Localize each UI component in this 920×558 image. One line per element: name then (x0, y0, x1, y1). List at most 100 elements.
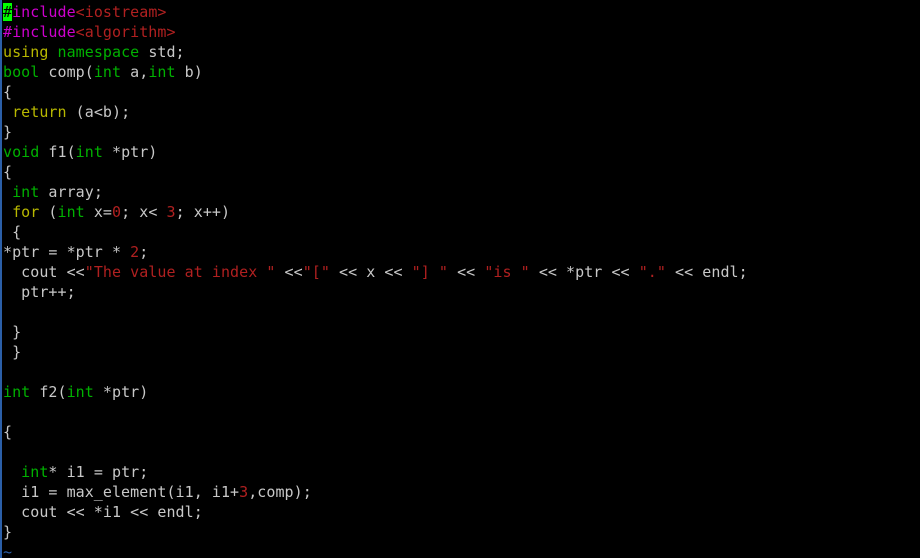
code-line[interactable]: { (3, 82, 920, 102)
code-token: ,comp); (248, 483, 312, 501)
code-token: bool (3, 63, 40, 81)
code-token: << (448, 263, 485, 281)
code-line[interactable]: bool comp(int a,int b) (3, 62, 920, 82)
code-line[interactable]: ptr++; (3, 282, 920, 302)
code-token: ( (39, 203, 58, 221)
code-token: (a<b); (66, 103, 131, 121)
code-line[interactable]: } (3, 522, 920, 542)
code-token: } (3, 123, 13, 141)
code-token: "[" (302, 263, 330, 281)
code-token: 0 (112, 203, 122, 221)
code-token: *ptr = *ptr * (3, 243, 131, 261)
terminal-window[interactable]: #include<iostream> #include<algorithm> usi… (0, 0, 920, 558)
code-token: #include (3, 23, 76, 41)
code-token: <algorithm> (75, 23, 176, 41)
code-token: return (12, 103, 67, 121)
code-line[interactable]: i1 = max_element(i1, i1+3,comp); (3, 482, 920, 502)
code-line[interactable]: } (3, 122, 920, 142)
code-line[interactable] (3, 402, 920, 422)
code-token: int (12, 183, 40, 201)
code-token: using (3, 43, 49, 61)
code-token: int (66, 383, 94, 401)
code-token: for (12, 203, 40, 221)
code-token: *ptr) (102, 143, 158, 161)
code-token: i1 = max_element(i1, i1+ (3, 483, 240, 501)
code-token: << *ptr << (529, 263, 639, 281)
code-line[interactable]: for (int x=0; x< 3; x++) (3, 202, 920, 222)
code-line[interactable]: void f1(int *ptr) (3, 142, 920, 162)
code-token: "is " (484, 263, 530, 281)
code-line[interactable]: { (3, 222, 920, 242)
empty-line-marker: ~ (3, 543, 13, 558)
code-token: } (3, 323, 22, 341)
code-line[interactable]: using namespace std; (3, 42, 920, 62)
code-editor-buffer[interactable]: #include<iostream> #include<algorithm> usi… (3, 2, 920, 558)
code-token: { (3, 423, 13, 441)
code-line[interactable] (3, 442, 920, 462)
code-token: } (3, 343, 22, 361)
code-token: << (275, 263, 303, 281)
code-token: int (148, 63, 176, 81)
code-line[interactable]: { (3, 422, 920, 442)
code-token: { (3, 163, 13, 181)
code-token: int (3, 383, 31, 401)
code-token: x= (84, 203, 113, 221)
code-line[interactable]: } (3, 322, 920, 342)
code-token: comp( (39, 63, 94, 81)
code-token: int (93, 63, 122, 81)
code-line[interactable] (3, 302, 920, 322)
code-line[interactable]: int* i1 = ptr; (3, 462, 920, 482)
code-token: ; x++) (175, 203, 231, 221)
code-line[interactable] (3, 362, 920, 382)
code-token: ptr++; (3, 283, 76, 301)
code-line[interactable]: #include<algorithm> (3, 22, 920, 42)
code-token: cout << *i1 << endl; (3, 503, 203, 521)
code-token: { (3, 223, 22, 241)
code-line[interactable]: } (3, 342, 920, 362)
code-token: int (75, 143, 103, 161)
code-line[interactable]: { (3, 162, 920, 182)
code-token: *ptr) (93, 383, 149, 401)
code-token: { (3, 83, 13, 101)
code-token: << x << (329, 263, 412, 281)
code-line[interactable]: *ptr = *ptr * 2; (3, 242, 920, 262)
code-token: 3 (166, 203, 176, 221)
code-token: include (12, 3, 76, 21)
code-token: std; (139, 43, 185, 61)
code-token: f2( (30, 383, 67, 401)
code-token: void (3, 143, 40, 161)
code-line[interactable]: return (a<b); (3, 102, 920, 122)
code-token: "] " (411, 263, 448, 281)
terminal-left-border (0, 0, 2, 558)
code-token: <iostream> (75, 3, 167, 21)
code-token: f1( (39, 143, 76, 161)
code-line[interactable]: cout << *i1 << endl; (3, 502, 920, 522)
code-token: cout << (3, 263, 85, 281)
code-line[interactable]: int array; (3, 182, 920, 202)
code-token: int (21, 463, 49, 481)
code-token: 2 (130, 243, 140, 261)
code-token: * i1 = ptr; (48, 463, 149, 481)
code-token: } (3, 523, 13, 541)
code-token: b) (175, 63, 203, 81)
code-token: "The value at index " (84, 263, 276, 281)
code-token: a, (121, 63, 149, 81)
code-line[interactable]: int f2(int *ptr) (3, 382, 920, 402)
code-line[interactable]: #include<iostream> (3, 2, 920, 22)
code-token: ; x< (121, 203, 167, 221)
code-token: namespace (57, 43, 140, 61)
code-line[interactable]: cout <<"The value at index " <<"[" << x … (3, 262, 920, 282)
code-token: 3 (239, 483, 249, 501)
code-token: << endl; (665, 263, 748, 281)
code-token: int (57, 203, 85, 221)
code-token: ; (139, 243, 149, 261)
code-token: array; (39, 183, 103, 201)
text-cursor: # (3, 3, 13, 21)
code-line[interactable]: ~ (3, 542, 920, 558)
code-token: "." (638, 263, 666, 281)
